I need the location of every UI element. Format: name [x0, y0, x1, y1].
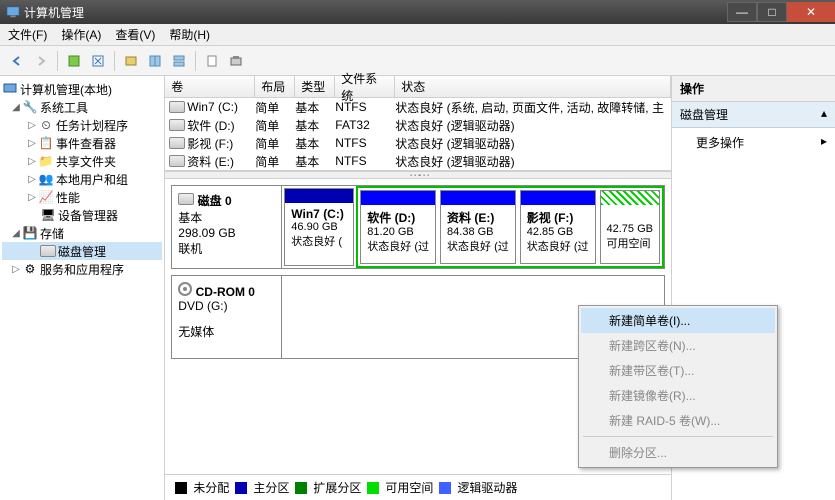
col-status[interactable]: 状态 — [395, 76, 671, 97]
tree-disk-management[interactable]: 磁盘管理 — [2, 242, 162, 260]
volume-list[interactable]: 卷 布局 类型 文件系统 状态 Win7 (C:)简单基本NTFS状态良好 (系… — [165, 76, 671, 171]
folder-icon: 📁 — [38, 153, 54, 169]
legend-unallocated-swatch — [175, 482, 187, 494]
close-button[interactable]: ✕ — [787, 2, 835, 22]
toolbar-button-6[interactable] — [225, 50, 247, 72]
expand-icon[interactable]: ▷ — [26, 138, 38, 149]
app-icon — [6, 5, 20, 19]
perf-icon: 📈 — [38, 189, 54, 205]
toolbar-button-1[interactable] — [63, 50, 85, 72]
actions-section[interactable]: 磁盘管理▴ — [672, 102, 835, 128]
legend-primary-swatch — [235, 482, 247, 494]
expand-icon[interactable]: ▷ — [26, 192, 38, 203]
device-icon: 🖥 — [40, 207, 56, 223]
window-title: 计算机管理 — [24, 4, 84, 21]
toolbar — [0, 46, 835, 76]
extended-partition[interactable]: 软件 (D:)81.20 GB状态良好 (过资料 (E:)84.38 GB状态良… — [356, 186, 664, 268]
collapse-icon[interactable]: ◢ — [10, 228, 22, 239]
more-actions[interactable]: 更多操作 ▸ — [672, 128, 835, 157]
collapse-icon[interactable]: ◢ — [10, 102, 22, 113]
expand-icon[interactable]: ▷ — [10, 264, 22, 275]
toolbar-button-4[interactable] — [168, 50, 190, 72]
volume-list-header: 卷 布局 类型 文件系统 状态 — [165, 76, 671, 98]
volume-icon — [169, 101, 185, 113]
cdrom-info[interactable]: CD-ROM 0 DVD (G:) 无媒体 — [172, 276, 282, 358]
legend-extended-swatch — [295, 482, 307, 494]
toolbar-button-5[interactable] — [201, 50, 223, 72]
title-bar: 计算机管理 — □ ✕ — [0, 0, 835, 24]
services-icon: ⚙ — [22, 261, 38, 277]
col-layout[interactable]: 布局 — [255, 76, 295, 97]
clock-icon: ⏲ — [38, 117, 54, 133]
menu-new-striped-volume: 新建带区卷(T)... — [581, 358, 775, 383]
users-icon: 👥 — [38, 171, 54, 187]
actions-header: 操作 — [672, 76, 835, 102]
col-fs[interactable]: 文件系统 — [335, 76, 395, 97]
menu-action[interactable]: 操作(A) — [61, 26, 101, 43]
partition-logical[interactable]: 资料 (E:)84.38 GB状态良好 (过 — [440, 190, 516, 264]
legend-logical-swatch — [439, 482, 451, 494]
expand-icon[interactable]: ▷ — [26, 120, 38, 131]
storage-icon: 💾 — [22, 225, 38, 241]
legend: 未分配 主分区 扩展分区 可用空间 逻辑驱动器 — [165, 474, 671, 500]
wrench-icon: 🔧 — [22, 99, 38, 115]
volume-icon — [169, 119, 185, 131]
forward-button[interactable] — [30, 50, 52, 72]
menu-delete-partition: 删除分区... — [581, 440, 775, 465]
partition-free[interactable]: 42.75 GB可用空间 — [600, 190, 660, 264]
menu-view[interactable]: 查看(V) — [115, 26, 155, 43]
chevron-right-icon: ▸ — [821, 134, 827, 148]
volume-icon — [169, 155, 185, 167]
navigation-tree[interactable]: 计算机管理(本地) ◢🔧系统工具 ▷⏲任务计划程序 ▷📋事件查看器 ▷📁共享文件… — [0, 76, 165, 500]
maximize-button[interactable]: □ — [757, 2, 787, 22]
expand-icon[interactable]: ▷ — [26, 174, 38, 185]
back-button[interactable] — [6, 50, 28, 72]
disk-icon — [178, 193, 194, 205]
cdrom-icon — [178, 282, 192, 296]
legend-free-swatch — [367, 482, 379, 494]
volume-row[interactable]: 影视 (F:)简单基本NTFS状态良好 (逻辑驱动器) — [165, 134, 671, 152]
expand-icon[interactable]: ▷ — [26, 156, 38, 167]
col-type[interactable]: 类型 — [295, 76, 335, 97]
event-icon: 📋 — [38, 135, 54, 151]
collapse-arrow-icon: ▴ — [821, 106, 827, 123]
menu-new-raid5-volume: 新建 RAID-5 卷(W)... — [581, 408, 775, 433]
menu-bar: 文件(F) 操作(A) 查看(V) 帮助(H) — [0, 24, 835, 46]
volume-icon — [169, 137, 185, 149]
minimize-button[interactable]: — — [727, 2, 757, 22]
refresh-button[interactable] — [87, 50, 109, 72]
splitter[interactable] — [165, 171, 671, 179]
menu-separator — [583, 436, 773, 437]
toolbar-button-3[interactable] — [144, 50, 166, 72]
menu-new-simple-volume[interactable]: 新建简单卷(I)... — [581, 308, 775, 333]
menu-file[interactable]: 文件(F) — [8, 26, 47, 43]
disk-0-row[interactable]: 磁盘 0 基本 298.09 GB 联机 Win7 (C:)46.90 GB状态… — [171, 185, 665, 269]
disk-icon — [40, 243, 56, 259]
context-menu[interactable]: 新建简单卷(I)... 新建跨区卷(N)... 新建带区卷(T)... 新建镜像… — [578, 305, 778, 468]
volume-row[interactable]: 软件 (D:)简单基本FAT32状态良好 (逻辑驱动器) — [165, 116, 671, 134]
partition-logical[interactable]: 影视 (F:)42.85 GB状态良好 (过 — [520, 190, 596, 264]
partition-primary[interactable]: Win7 (C:)46.90 GB状态良好 ( — [284, 188, 354, 266]
volume-row[interactable]: Win7 (C:)简单基本NTFS状态良好 (系统, 启动, 页面文件, 活动,… — [165, 98, 671, 116]
computer-icon — [2, 81, 18, 97]
menu-new-mirror-volume: 新建镜像卷(R)... — [581, 383, 775, 408]
menu-new-spanned-volume: 新建跨区卷(N)... — [581, 333, 775, 358]
disk-0-info[interactable]: 磁盘 0 基本 298.09 GB 联机 — [172, 186, 282, 268]
partition-logical[interactable]: 软件 (D:)81.20 GB状态良好 (过 — [360, 190, 436, 264]
menu-help[interactable]: 帮助(H) — [169, 26, 210, 43]
col-volume[interactable]: 卷 — [165, 76, 255, 97]
toolbar-button-2[interactable] — [120, 50, 142, 72]
